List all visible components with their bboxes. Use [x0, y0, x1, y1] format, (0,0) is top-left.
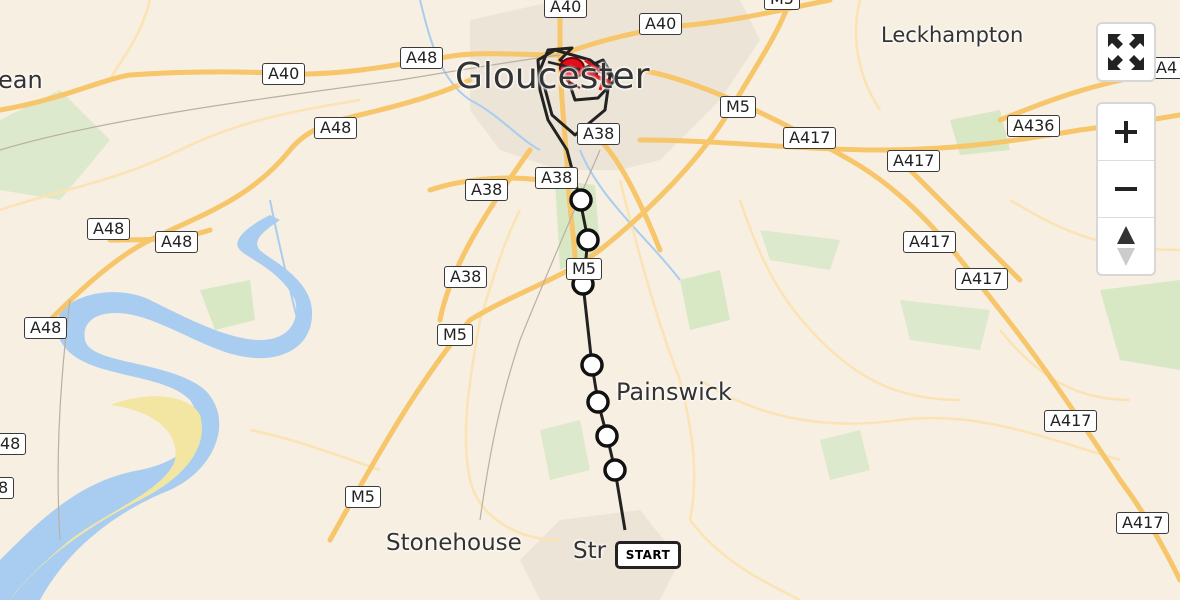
road-shield: A48	[24, 317, 68, 339]
road-shield: M5	[764, 0, 800, 10]
waypoint-marker	[595, 424, 619, 448]
map-canvas[interactable]: Gloucester Leckhampton Painswick Stoneho…	[0, 0, 1180, 600]
road-shield: 48	[0, 433, 27, 455]
road-shield: A436	[1007, 115, 1061, 137]
road-shield: M5	[437, 324, 473, 346]
forest-area	[820, 430, 870, 480]
road-shield: A48	[87, 218, 131, 240]
waypoint-marker	[569, 188, 593, 212]
fullscreen-control	[1096, 22, 1156, 82]
waypoint-marker	[576, 228, 600, 252]
forest-area	[200, 280, 255, 330]
zoom-in-button[interactable]	[1098, 104, 1154, 160]
road-shield: A38	[577, 123, 621, 145]
zoom-control	[1096, 102, 1156, 276]
forest-area	[680, 270, 730, 330]
compass-icon	[1117, 226, 1135, 266]
road-shield: A38	[444, 266, 488, 288]
road-shield: M5	[345, 486, 381, 508]
reset-north-button[interactable]	[1098, 217, 1154, 274]
route-start-label: START	[615, 541, 681, 569]
place-label-stroud: Str	[573, 538, 607, 564]
zoom-out-button[interactable]	[1098, 160, 1154, 217]
road-shield: A48	[314, 117, 358, 139]
waypoint-marker	[580, 353, 604, 377]
road-shield: A38	[535, 167, 579, 189]
fullscreen-icon	[1108, 34, 1144, 70]
road-shield: M5	[566, 258, 602, 280]
forest-area	[1100, 280, 1180, 370]
place-label-gloucester: Gloucester	[455, 56, 650, 97]
fullscreen-button[interactable]	[1098, 24, 1154, 80]
waypoint-marker	[603, 458, 627, 482]
road-shield: A40	[544, 0, 588, 18]
waypoint-marker	[586, 390, 610, 414]
road-shield: A417	[783, 127, 837, 149]
road-shield: A40	[639, 13, 683, 35]
road-shield: A48	[400, 47, 444, 69]
road-shield: A417	[887, 150, 941, 172]
road-shield: A38	[465, 179, 509, 201]
road-shield: A417	[903, 231, 957, 253]
road-shield: A40	[262, 63, 306, 85]
forest-area	[760, 230, 840, 270]
forest-area	[900, 300, 990, 350]
place-label-dean: ean	[0, 66, 43, 94]
plus-icon	[1115, 121, 1137, 143]
place-label-painswick: Painswick	[616, 378, 732, 406]
road-shield: 8	[0, 477, 15, 499]
road-shield: A417	[1116, 512, 1170, 534]
road-shield: A417	[955, 268, 1009, 290]
road-shield: A48	[155, 231, 199, 253]
road-shield: M5	[720, 96, 756, 118]
road-shield: A417	[1044, 410, 1098, 432]
place-label-stonehouse: Stonehouse	[386, 530, 522, 556]
place-label-leckhampton: Leckhampton	[881, 23, 1024, 47]
forest-area	[540, 420, 590, 480]
minus-icon	[1115, 187, 1137, 191]
